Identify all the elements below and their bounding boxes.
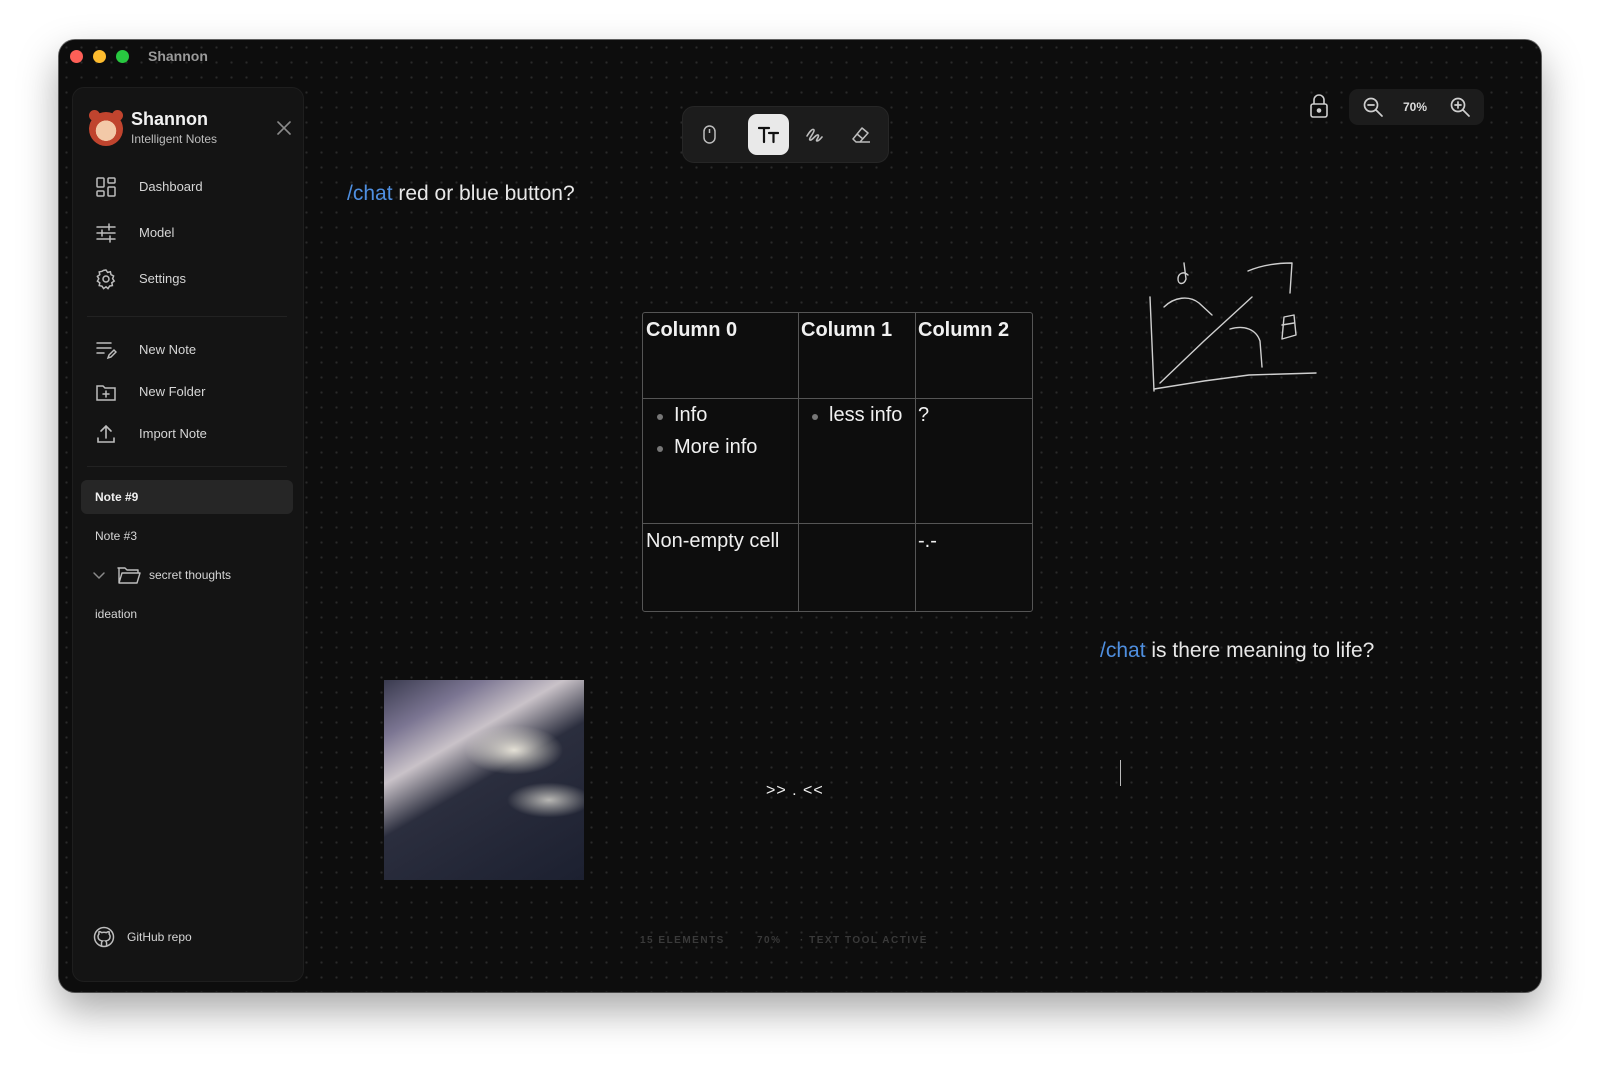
new-folder-label: New Folder — [139, 384, 206, 399]
text-block[interactable]: >> . << — [766, 782, 824, 800]
list-item: More info — [646, 436, 795, 459]
sidebar-divider — [87, 316, 287, 317]
table-cell[interactable]: Non-empty cell — [643, 524, 803, 559]
zoom-in-icon — [1450, 97, 1470, 117]
new-folder-button[interactable]: New Folder — [81, 374, 293, 410]
chat-prompt-1[interactable]: /chat red or blue button? — [347, 182, 575, 206]
close-window-button[interactable] — [70, 50, 83, 63]
minimize-window-button[interactable] — [93, 50, 106, 63]
status-zoom: 70% — [757, 935, 782, 946]
github-repo-link[interactable]: GitHub repo — [93, 922, 283, 952]
status-active-tool: · TEXT TOOL ACTIVE — [800, 935, 928, 946]
sidebar-item-label: Model — [139, 225, 175, 240]
table-divider — [915, 313, 916, 611]
note-table[interactable]: Column 0 Column 1 Column 2 Info More inf… — [642, 312, 1033, 612]
tool-bar — [682, 106, 889, 163]
note-label: ideation — [95, 607, 138, 621]
upload-icon — [97, 424, 115, 443]
chevron-down-icon[interactable] — [92, 568, 106, 582]
text-cursor — [1120, 760, 1121, 786]
eraser-tool-button[interactable] — [840, 114, 881, 155]
brand-subtitle: Intelligent Notes — [131, 132, 218, 146]
table-cell[interactable]: ? — [915, 399, 1032, 433]
brand-name: Shannon — [131, 109, 208, 129]
mouse-icon — [703, 125, 716, 144]
github-icon — [93, 926, 115, 948]
new-note-icon — [96, 342, 117, 360]
note-label: Note #9 — [95, 490, 139, 504]
status-element-count: 15 ELEMENTS — [640, 935, 725, 946]
chat-command: /chat — [1100, 639, 1146, 662]
sidebar-item-dashboard[interactable]: Dashboard — [81, 169, 293, 205]
select-tool-button[interactable] — [689, 114, 730, 155]
app-window: Shannon Shannon Intelligent Notes Dashbo… — [59, 40, 1541, 992]
import-note-button[interactable]: Import Note — [81, 416, 293, 452]
text-icon — [758, 126, 779, 144]
folder-open-icon — [117, 567, 141, 584]
sidebar-item-model[interactable]: Model — [81, 215, 293, 251]
new-note-button[interactable]: New Note — [81, 332, 293, 368]
note-image[interactable] — [384, 680, 584, 880]
note-item-note-9[interactable]: Note #9 — [81, 480, 293, 514]
lock-button[interactable] — [1301, 89, 1337, 125]
table-divider — [798, 313, 799, 611]
note-item-ideation[interactable]: ideation — [81, 597, 293, 631]
dashboard-icon — [96, 177, 116, 197]
scribble-icon — [806, 128, 823, 142]
list-item: Info — [646, 404, 795, 427]
chat-command: /chat — [347, 182, 393, 205]
chat-prompt-2[interactable]: /chat is there meaning to life? — [1100, 639, 1374, 663]
app-logo — [89, 110, 123, 146]
table-cell[interactable] — [798, 524, 915, 536]
list-item: less info — [801, 404, 912, 427]
note-item-note-3[interactable]: Note #3 — [81, 519, 293, 553]
eraser-icon — [852, 127, 870, 143]
chat-text: is there meaning to life? — [1145, 639, 1375, 662]
table-header-cell[interactable]: Column 1 — [798, 313, 915, 348]
table-header-cell[interactable]: Column 0 — [643, 313, 798, 348]
hand-drawn-sketch[interactable] — [1144, 245, 1324, 405]
text-tool-button[interactable] — [748, 114, 789, 155]
zoom-out-button[interactable] — [1362, 96, 1384, 118]
zoom-level: 70% — [1403, 100, 1428, 114]
brand-header: Shannon Intelligent Notes — [87, 106, 297, 150]
close-sidebar-button[interactable] — [275, 119, 293, 137]
new-folder-icon — [96, 385, 116, 401]
table-cell[interactable]: -.- — [915, 524, 1032, 559]
github-label: GitHub repo — [127, 930, 192, 944]
sidebar: Shannon Intelligent Notes Dashboard Mode… — [72, 87, 304, 982]
sliders-icon — [96, 223, 116, 243]
zoom-in-button[interactable] — [1449, 96, 1471, 118]
folder-item-secret-thoughts[interactable]: secret thoughts — [81, 558, 293, 592]
new-note-label: New Note — [139, 342, 197, 357]
note-label: Note #3 — [95, 529, 138, 543]
zoom-out-icon — [1363, 97, 1383, 117]
draw-tool-button[interactable] — [794, 114, 835, 155]
chat-text: red or blue button? — [392, 182, 575, 205]
sidebar-item-label: Dashboard — [139, 179, 203, 194]
table-cell[interactable]: less info — [798, 399, 915, 442]
sidebar-item-label: Settings — [139, 271, 186, 286]
gear-icon — [96, 269, 116, 290]
sidebar-divider — [87, 466, 287, 467]
folder-label: secret thoughts — [149, 568, 232, 582]
window-title: Shannon — [148, 48, 208, 64]
title-bar: Shannon — [59, 40, 1541, 74]
lock-icon — [1310, 94, 1328, 118]
sidebar-item-settings[interactable]: Settings — [81, 261, 293, 297]
table-header-cell[interactable]: Column 2 — [915, 313, 1032, 348]
close-icon — [277, 121, 291, 135]
import-note-label: Import Note — [139, 426, 207, 441]
zoom-controls: 70% — [1349, 89, 1484, 125]
maximize-window-button[interactable] — [116, 50, 129, 63]
table-cell[interactable]: Info More info — [643, 399, 798, 474]
